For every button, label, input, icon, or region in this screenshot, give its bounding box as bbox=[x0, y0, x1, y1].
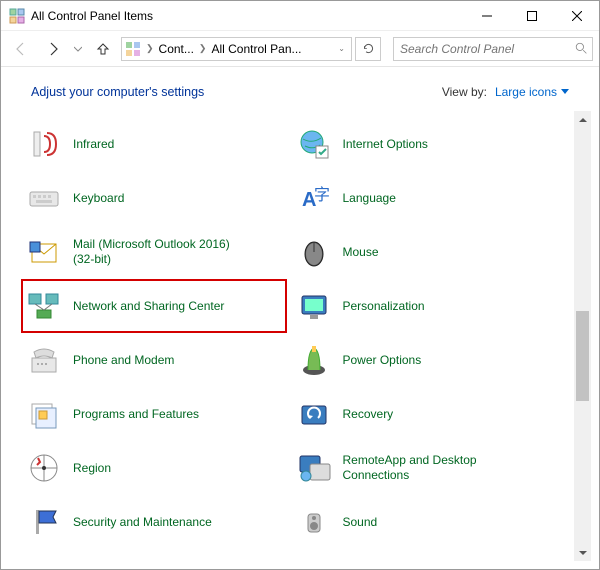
scroll-thumb[interactable] bbox=[576, 311, 589, 401]
phone-modem-icon bbox=[25, 341, 63, 379]
chevron-down-icon[interactable]: ⌄ bbox=[335, 44, 348, 53]
close-button[interactable] bbox=[554, 1, 599, 30]
control-panel-item[interactable]: Region bbox=[21, 441, 287, 495]
item-label: Keyboard bbox=[73, 191, 124, 206]
mail-icon bbox=[25, 233, 63, 271]
recent-locations-button[interactable] bbox=[71, 35, 85, 63]
items-grid: Infrared Internet Options Keyboard A字 Langua… bbox=[9, 111, 574, 561]
forward-button[interactable] bbox=[39, 35, 67, 63]
chevron-down-icon bbox=[561, 89, 569, 95]
control-panel-icon bbox=[125, 41, 141, 57]
item-label: Security and Maintenance bbox=[73, 515, 212, 530]
security-icon bbox=[25, 503, 63, 541]
titlebar: All Control Panel Items bbox=[1, 1, 599, 31]
control-panel-item[interactable]: Keyboard bbox=[21, 171, 287, 225]
breadcrumb-segment[interactable]: All Control Pan... bbox=[211, 42, 301, 56]
control-panel-app-icon bbox=[9, 8, 25, 24]
control-panel-item[interactable]: Infrared bbox=[21, 117, 287, 171]
item-label: Region bbox=[73, 461, 111, 476]
control-panel-item[interactable]: Recovery bbox=[291, 387, 557, 441]
infrared-icon bbox=[25, 125, 63, 163]
page-heading: Adjust your computer's settings bbox=[31, 85, 442, 99]
content-header: Adjust your computer's settings View by:… bbox=[1, 67, 599, 111]
search-input[interactable] bbox=[394, 42, 570, 56]
minimize-button[interactable] bbox=[464, 1, 509, 30]
remoteapp-icon bbox=[295, 449, 333, 487]
search-icon[interactable] bbox=[570, 42, 592, 55]
navigation-bar: ❯ Cont... ❯ All Control Pan... ⌄ bbox=[1, 31, 599, 67]
svg-text:字: 字 bbox=[314, 186, 330, 204]
viewby-dropdown[interactable]: Large icons bbox=[495, 85, 569, 99]
item-label: Power Options bbox=[343, 353, 422, 368]
viewby-value: Large icons bbox=[495, 85, 557, 99]
item-label: Infrared bbox=[73, 137, 114, 152]
item-label: Personalization bbox=[343, 299, 425, 314]
control-panel-item[interactable]: A字 Language bbox=[291, 171, 557, 225]
internet-options-icon bbox=[295, 125, 333, 163]
control-panel-item[interactable]: Mail (Microsoft Outlook 2016) (32-bit) bbox=[21, 225, 287, 279]
region-icon bbox=[25, 449, 63, 487]
maximize-button[interactable] bbox=[509, 1, 554, 30]
item-label: Language bbox=[343, 191, 396, 206]
personalization-icon bbox=[295, 287, 333, 325]
address-bar[interactable]: ❯ Cont... ❯ All Control Pan... ⌄ bbox=[121, 37, 352, 61]
storage-icon bbox=[295, 557, 333, 561]
window-title: All Control Panel Items bbox=[31, 9, 464, 23]
up-button[interactable] bbox=[89, 35, 117, 63]
item-label: Programs and Features bbox=[73, 407, 199, 422]
control-panel-item[interactable]: Power Options bbox=[291, 333, 557, 387]
control-panel-item[interactable]: Personalization bbox=[291, 279, 557, 333]
keyboard-icon bbox=[25, 179, 63, 217]
language-icon: A字 bbox=[295, 179, 333, 217]
chevron-right-icon[interactable]: ❯ bbox=[196, 43, 210, 54]
power-icon bbox=[295, 341, 333, 379]
control-panel-item[interactable]: RemoteApp and Desktop Connections bbox=[291, 441, 557, 495]
control-panel-item[interactable]: Internet Options bbox=[291, 117, 557, 171]
scroll-up-button[interactable] bbox=[574, 111, 591, 128]
mouse-icon bbox=[295, 233, 333, 271]
search-box[interactable] bbox=[393, 37, 593, 61]
item-label: Phone and Modem bbox=[73, 353, 174, 368]
control-panel-item[interactable]: Mouse bbox=[291, 225, 557, 279]
refresh-button[interactable] bbox=[355, 37, 381, 61]
chevron-right-icon[interactable]: ❯ bbox=[143, 43, 157, 54]
breadcrumb-segment[interactable]: Cont... bbox=[159, 42, 194, 56]
back-button[interactable] bbox=[7, 35, 35, 63]
item-label: Sound bbox=[343, 515, 378, 530]
item-label: Network and Sharing Center bbox=[73, 299, 224, 314]
viewby-label: View by: bbox=[442, 85, 487, 99]
control-panel-item[interactable]: Sound bbox=[291, 495, 557, 549]
control-panel-item[interactable]: Network and Sharing Center bbox=[21, 279, 287, 333]
item-label: Mouse bbox=[343, 245, 379, 260]
window-buttons bbox=[464, 1, 599, 30]
control-panel-item[interactable]: Phone and Modem bbox=[21, 333, 287, 387]
item-label: Recovery bbox=[343, 407, 394, 422]
scroll-down-button[interactable] bbox=[574, 544, 591, 561]
item-label: Internet Options bbox=[343, 137, 428, 152]
control-panel-item[interactable]: Speech Recognition bbox=[21, 549, 287, 561]
speech-icon bbox=[25, 557, 63, 561]
vertical-scrollbar[interactable] bbox=[574, 111, 591, 561]
recovery-icon bbox=[295, 395, 333, 433]
control-panel-item[interactable]: Storage Spaces bbox=[291, 549, 557, 561]
programs-icon bbox=[25, 395, 63, 433]
control-panel-item[interactable]: Programs and Features bbox=[21, 387, 287, 441]
content-area: Infrared Internet Options Keyboard A字 Langua… bbox=[9, 111, 591, 561]
item-label: Mail (Microsoft Outlook 2016) (32-bit) bbox=[73, 237, 233, 267]
control-panel-item[interactable]: Security and Maintenance bbox=[21, 495, 287, 549]
network-icon bbox=[25, 287, 63, 325]
sound-icon bbox=[295, 503, 333, 541]
item-label: RemoteApp and Desktop Connections bbox=[343, 453, 503, 483]
